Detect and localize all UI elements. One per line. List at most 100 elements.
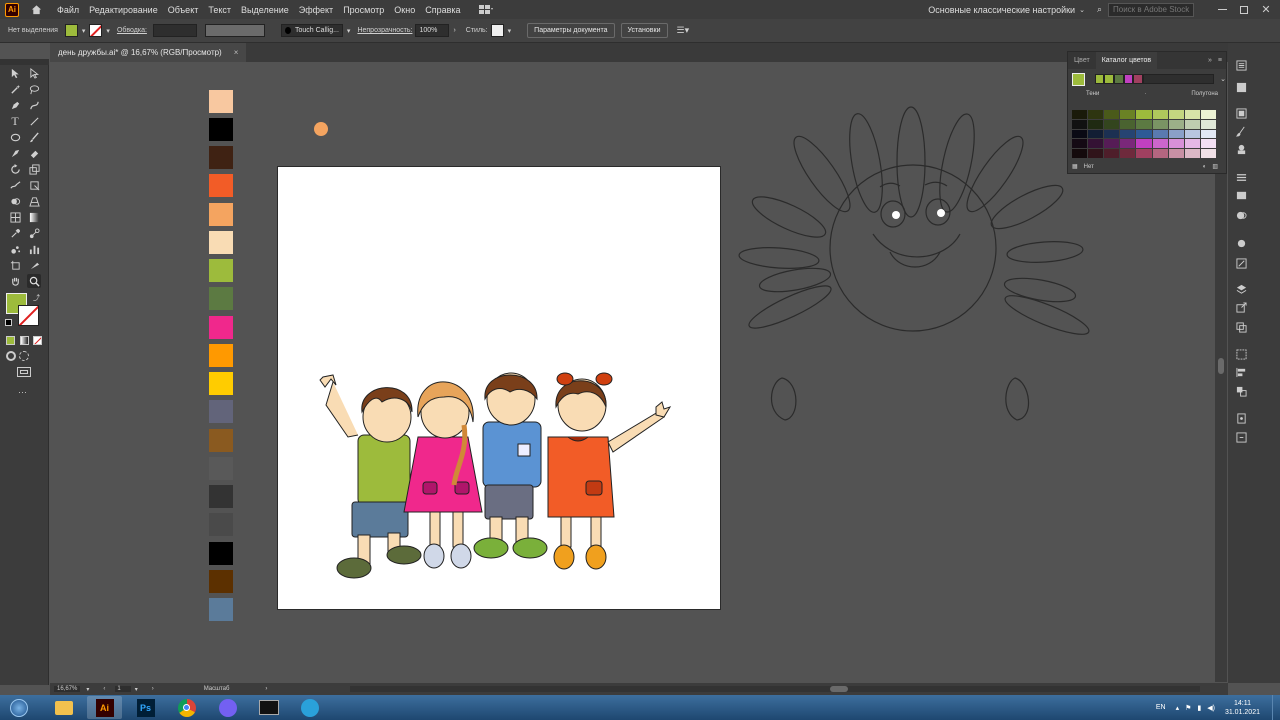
stroke-weight-field[interactable] bbox=[152, 24, 197, 37]
panel-grip[interactable] bbox=[0, 59, 49, 65]
libraries-icon[interactable] bbox=[1234, 80, 1248, 94]
canvas-swatch[interactable] bbox=[209, 203, 233, 226]
workspace-switcher[interactable]: Основные классические настройки bbox=[928, 5, 1075, 15]
shaper-tool-icon[interactable] bbox=[8, 146, 22, 160]
color-panel-icon[interactable] bbox=[1234, 106, 1248, 120]
screen-mode-icon[interactable] bbox=[17, 367, 31, 377]
canvas-swatch[interactable] bbox=[209, 118, 233, 141]
panel-menu-icon[interactable]: ≡ bbox=[1218, 57, 1222, 64]
gradient-mode-icon[interactable] bbox=[20, 336, 29, 345]
canvas-swatch[interactable] bbox=[209, 457, 233, 480]
sun-sketch[interactable] bbox=[725, 62, 1125, 442]
viber-icon[interactable] bbox=[210, 696, 245, 719]
properties-icon[interactable] bbox=[1234, 58, 1248, 72]
default-colors-icon[interactable] bbox=[5, 319, 12, 326]
stroke-color-box[interactable] bbox=[18, 305, 39, 326]
variable-width-field[interactable] bbox=[204, 24, 265, 37]
lasso-icon[interactable] bbox=[27, 82, 41, 96]
artboard-number[interactable]: 1 bbox=[115, 686, 131, 692]
chevron-down-icon[interactable]: ▾ bbox=[135, 686, 138, 693]
canvas[interactable] bbox=[50, 62, 1215, 682]
harmony-rule-field[interactable] bbox=[1143, 74, 1215, 84]
zoom-level[interactable]: 16,67% bbox=[54, 686, 81, 692]
ellipse-tool-icon[interactable] bbox=[8, 130, 22, 144]
chevron-down-icon[interactable]: ⌄ bbox=[1079, 6, 1085, 14]
paintbrush-tool-icon[interactable] bbox=[27, 130, 41, 144]
explorer-icon[interactable] bbox=[46, 696, 81, 719]
curvature-tool-icon[interactable] bbox=[27, 98, 41, 112]
graph-tool-icon[interactable] bbox=[27, 242, 41, 256]
export-icon[interactable] bbox=[1234, 300, 1248, 314]
canvas-swatch[interactable] bbox=[209, 90, 233, 113]
brushes-icon[interactable] bbox=[1234, 124, 1248, 138]
menu-edit[interactable]: Редактирование bbox=[89, 5, 158, 15]
minimize-icon[interactable] bbox=[1214, 4, 1230, 16]
photoshop-taskbar-icon[interactable]: Ps bbox=[128, 696, 163, 719]
swap-colors-icon[interactable]: ⤴ bbox=[33, 293, 40, 303]
chevron-down-icon[interactable]: ⌄ bbox=[1220, 75, 1226, 83]
chevron-down-icon[interactable]: ▾ bbox=[347, 27, 351, 35]
eyedropper-icon[interactable] bbox=[8, 226, 22, 240]
type-tool-icon[interactable]: T bbox=[8, 114, 22, 128]
hand-tool-icon[interactable] bbox=[8, 274, 22, 288]
show-desktop-button[interactable] bbox=[1272, 695, 1280, 720]
maximize-icon[interactable] bbox=[1236, 4, 1252, 16]
base-color-swatch[interactable] bbox=[1072, 72, 1085, 86]
canvas-swatch[interactable] bbox=[209, 231, 233, 254]
flag-icon[interactable]: ⚑ bbox=[1185, 704, 1191, 712]
canvas-swatch[interactable] bbox=[209, 570, 233, 593]
harmony-swatch[interactable] bbox=[1113, 74, 1124, 84]
tray-expand-icon[interactable]: ▴ bbox=[1176, 704, 1180, 712]
eraser-tool-icon[interactable] bbox=[27, 146, 41, 160]
close-tab-icon[interactable]: × bbox=[234, 48, 239, 57]
menu-view[interactable]: Просмотр bbox=[343, 5, 384, 15]
mesh-tool-icon[interactable] bbox=[8, 210, 22, 224]
scale-tool-icon[interactable] bbox=[27, 162, 41, 176]
canvas-swatch[interactable] bbox=[209, 316, 233, 339]
menu-object[interactable]: Объект bbox=[168, 5, 199, 15]
harmony-swatch[interactable] bbox=[1104, 74, 1114, 84]
menu-file[interactable]: Файл bbox=[57, 5, 79, 15]
symbols-icon[interactable] bbox=[1234, 142, 1248, 156]
canvas-swatch[interactable] bbox=[209, 174, 233, 197]
draw-mode-icon[interactable] bbox=[6, 351, 16, 361]
swatch-library-icon[interactable]: ▦ bbox=[1072, 163, 1078, 170]
canvas-dot[interactable] bbox=[314, 122, 328, 136]
draw-inside-icon[interactable] bbox=[19, 351, 29, 361]
canvas-swatch[interactable] bbox=[209, 542, 233, 565]
network-icon[interactable]: ▮ bbox=[1197, 704, 1201, 712]
kids-illustration[interactable] bbox=[278, 167, 722, 611]
stroke-panel-icon[interactable] bbox=[1234, 170, 1248, 184]
canvas-swatch[interactable] bbox=[209, 400, 233, 423]
canvas-swatch[interactable] bbox=[209, 146, 233, 169]
align-icon[interactable] bbox=[1234, 365, 1248, 379]
volume-icon[interactable]: ◀) bbox=[1207, 704, 1215, 712]
pen-tool-icon[interactable] bbox=[8, 98, 22, 112]
search-icon[interactable]: ⌕ bbox=[1097, 4, 1102, 15]
shape-builder-icon[interactable] bbox=[8, 194, 22, 208]
magic-wand-icon[interactable] bbox=[8, 82, 22, 96]
line-tool-icon[interactable] bbox=[27, 114, 41, 128]
symbol-sprayer-icon[interactable] bbox=[8, 242, 22, 256]
canvas-swatch[interactable] bbox=[209, 287, 233, 310]
canvas-swatch[interactable] bbox=[209, 598, 233, 621]
style-swatch[interactable] bbox=[490, 24, 504, 37]
artboard-tool-icon[interactable] bbox=[8, 258, 22, 272]
harmony-swatch[interactable] bbox=[1094, 74, 1105, 84]
tab-color-guide[interactable]: Каталог цветов bbox=[1095, 52, 1158, 69]
tab-color[interactable]: Цвет bbox=[1068, 52, 1096, 69]
document-settings-button[interactable]: Параметры документа bbox=[527, 23, 615, 38]
menu-select[interactable]: Выделение bbox=[241, 5, 289, 15]
gradient-tool-icon[interactable] bbox=[27, 210, 41, 224]
transform-icon[interactable] bbox=[1234, 347, 1248, 361]
opacity-field[interactable]: 100% bbox=[415, 24, 450, 37]
clock-time[interactable]: 14:11 bbox=[1234, 699, 1251, 708]
artboard[interactable] bbox=[277, 166, 721, 610]
menu-type[interactable]: Текст bbox=[208, 5, 231, 15]
edit-colors-icon[interactable]: ◐ bbox=[1203, 164, 1207, 170]
edit-toolbar-icon[interactable]: ··· bbox=[18, 387, 27, 397]
scrollbar-thumb[interactable] bbox=[830, 686, 848, 692]
align-options-icon[interactable]: ☰▾ bbox=[677, 25, 690, 36]
collapse-icon[interactable]: » bbox=[1208, 57, 1212, 64]
save-group-icon[interactable]: ▥ bbox=[1212, 163, 1218, 170]
